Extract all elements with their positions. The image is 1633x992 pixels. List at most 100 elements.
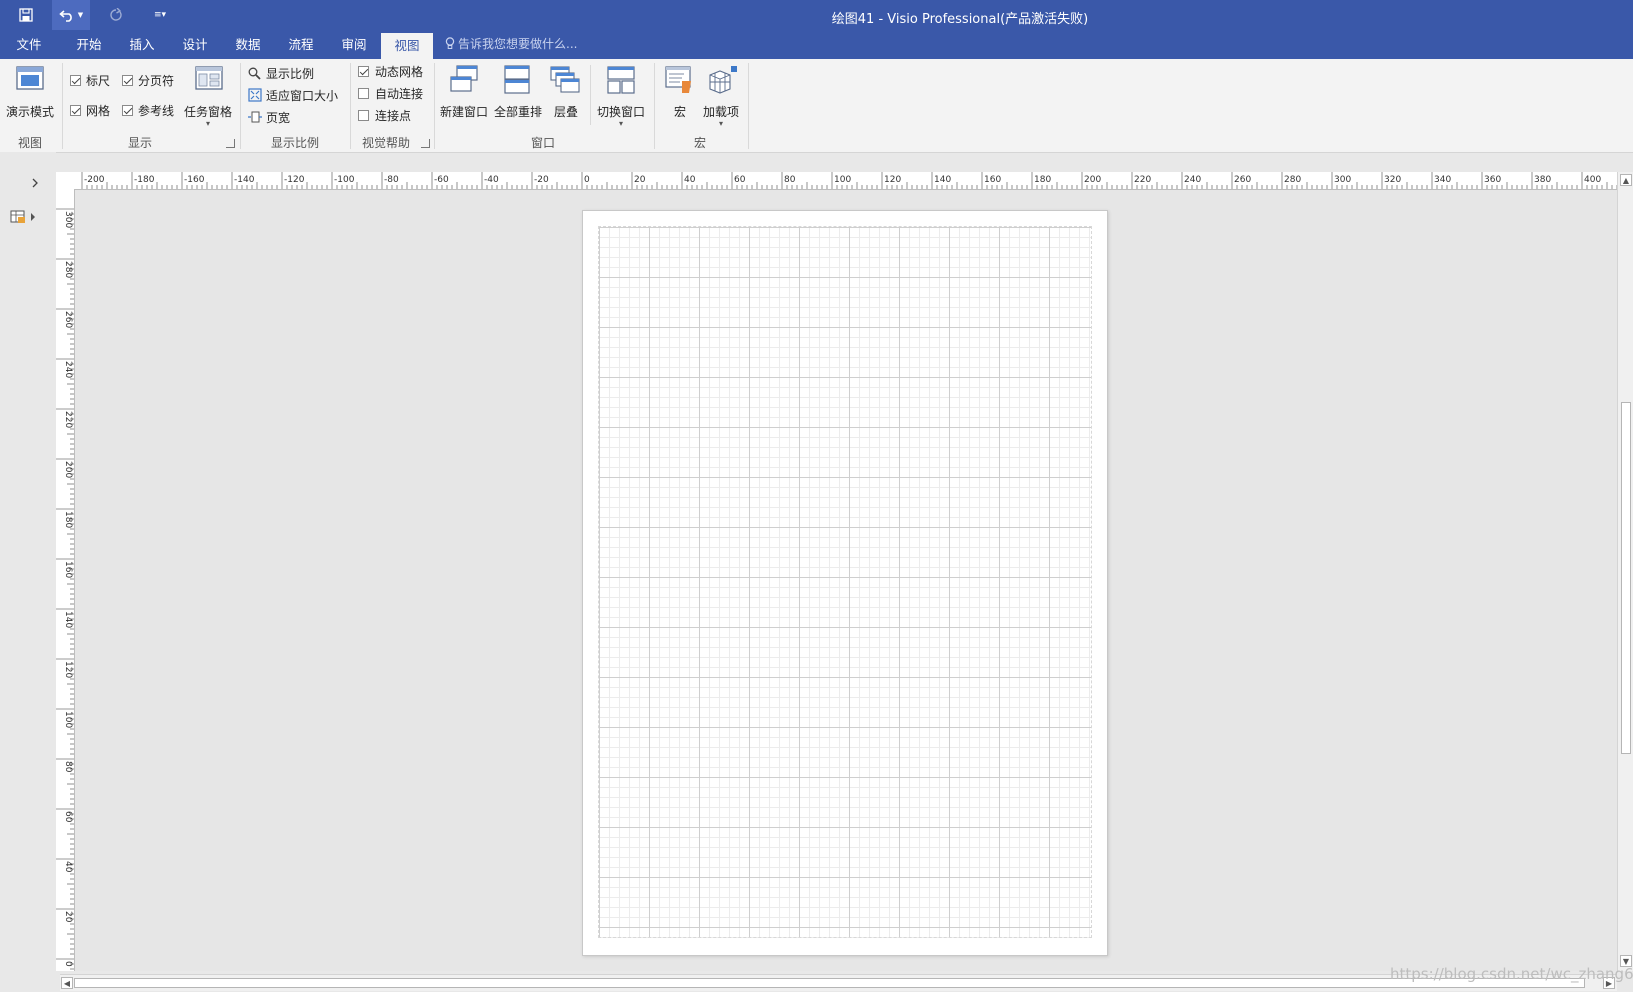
tell-me-search[interactable]: 告诉我您想要做什么... [445, 30, 577, 59]
task-panes-button[interactable]: 任务窗格 ▾ [182, 65, 236, 128]
ruler-label: -160 [184, 175, 205, 185]
ruler-label: 160 [984, 175, 1001, 185]
tab-design[interactable]: 设计 [168, 30, 222, 59]
arrange-all-icon [504, 65, 530, 94]
ruler-label: 80 [784, 175, 796, 185]
chevron-down-icon: ▾ [206, 119, 211, 128]
task-panes-icon [195, 66, 223, 90]
new-window-icon [450, 65, 478, 92]
group-label-visual-aids: 视觉帮助 [361, 136, 410, 150]
scroll-left-arrow-icon[interactable]: ◀ [61, 977, 73, 989]
ruler-label: 0 [63, 961, 73, 967]
ruler-label: 220 [63, 411, 73, 428]
group-label-macros: 宏 [693, 136, 706, 150]
presentation-mode-button[interactable]: 演示模式 [2, 65, 58, 125]
visual-aids-dialog-launcher-icon[interactable] [421, 139, 430, 148]
guides-checkbox[interactable] [122, 105, 133, 116]
expand-shapes-pane-button[interactable] [30, 177, 44, 191]
vertical-ruler[interactable]: 300 280 260 240 220 200 180 160 140 120 100 80 60 40 2… [56, 189, 75, 971]
horizontal-scrollbar[interactable]: ◀ ▶ [60, 974, 1617, 991]
switch-windows-button[interactable]: 切换窗口 ▾ [594, 65, 650, 128]
switch-windows-icon [607, 66, 635, 94]
tab-insert[interactable]: 插入 [115, 30, 169, 59]
tab-view[interactable]: 视图 [381, 33, 433, 59]
connection-points-checkbox[interactable] [358, 110, 369, 121]
new-window-button[interactable]: 新建窗口 [439, 65, 491, 127]
drawing-page[interactable] [582, 210, 1108, 956]
chevron-right-icon [32, 178, 38, 188]
dynamic-grid-checkbox[interactable] [358, 66, 369, 77]
ruler-label: 320 [1384, 175, 1401, 185]
page-breaks-checkbox[interactable] [122, 75, 133, 86]
ruler-label: 180 [1034, 175, 1051, 185]
macros-label: 宏 [674, 105, 687, 119]
group-separator [434, 63, 435, 149]
auto-connect-checkbox[interactable] [358, 88, 369, 99]
page-width-button[interactable]: 页宽 [248, 109, 328, 127]
tab-process[interactable]: 流程 [274, 30, 328, 59]
page-breaks-label: 分页符 [138, 74, 175, 88]
macros-button[interactable]: 宏 [660, 65, 700, 127]
ruler-label: 100 [63, 711, 73, 728]
task-panes-label: 任务窗格 [184, 105, 233, 119]
ruler-label: -80 [384, 175, 399, 185]
shapes-pane-icon [10, 210, 35, 223]
ruler-label: 240 [63, 361, 73, 378]
ruler-label: 220 [1134, 175, 1151, 185]
grid-checkbox[interactable] [70, 105, 81, 116]
shapes-pane-button[interactable] [10, 209, 40, 225]
show-dialog-launcher-icon[interactable] [226, 139, 235, 148]
ruler-checkbox[interactable] [70, 75, 81, 86]
ruler-label: 360 [1484, 175, 1501, 185]
ruler-label: 40 [63, 861, 73, 873]
ruler-label: 200 [1084, 175, 1101, 185]
fit-window-icon [248, 88, 262, 102]
ruler-label: 140 [934, 175, 951, 185]
ruler-label: 280 [63, 261, 73, 278]
ruler-label: 300 [1334, 175, 1351, 185]
group-inner-separator [590, 65, 591, 125]
guides-label: 参考线 [138, 104, 175, 118]
group-separator [748, 63, 749, 149]
ruler-label: 180 [63, 511, 73, 528]
ruler-label: 160 [63, 561, 73, 578]
tab-data[interactable]: 数据 [221, 30, 275, 59]
ruler-label: -200 [84, 175, 105, 185]
ruler-label: -40 [484, 175, 499, 185]
group-label-view: 视图 [17, 136, 42, 150]
vertical-scrollbar[interactable]: ▲ ▼ [1617, 172, 1633, 971]
tab-file[interactable]: 文件 [0, 30, 58, 59]
cascade-button[interactable]: 层叠 [546, 65, 586, 127]
tab-review[interactable]: 审阅 [327, 30, 381, 59]
zoom-button[interactable]: 显示比例 [248, 65, 338, 83]
ruler-label: 340 [1434, 175, 1451, 185]
scroll-up-arrow-icon[interactable]: ▲ [1620, 174, 1632, 186]
vertical-scroll-thumb[interactable] [1621, 402, 1631, 754]
horizontal-ruler[interactable]: -200 -180 -160 -140 -120 -100 -80 -60 -40 -20 0 20 4… [62, 172, 1617, 190]
ruler-label: -100 [334, 175, 355, 185]
horizontal-scroll-thumb[interactable] [74, 978, 1585, 988]
add-ins-button[interactable]: 加载项 ▾ [700, 65, 744, 128]
ribbon: 演示模式 视图 标尺 分页符 网格 参考线 任务窗格 ▾ 显示 显示比例 适应窗… [0, 59, 1633, 153]
ruler-label: 260 [63, 311, 73, 328]
fit-to-window-button[interactable]: 适应窗口大小 [248, 87, 348, 105]
ruler-label: 200 [63, 461, 73, 478]
page-width-icon [248, 111, 262, 123]
ruler-label: 20 [63, 911, 73, 923]
tab-home[interactable]: 开始 [62, 30, 116, 59]
ruler-label: 280 [1284, 175, 1301, 185]
ruler-label: 60 [734, 175, 746, 185]
add-ins-icon [709, 66, 737, 94]
ruler-label: -20 [534, 175, 549, 185]
group-separator [350, 63, 351, 149]
group-separator [240, 63, 241, 149]
ruler-label: 120 [63, 661, 73, 678]
magnifier-icon [248, 67, 261, 80]
ruler-label: -180 [134, 175, 155, 185]
group-label-zoom: 显示比例 [270, 136, 319, 150]
watermark-text: https://blog.csdn.net/wc_zhang66 [1390, 965, 1633, 983]
ruler-label: 140 [63, 611, 73, 628]
ruler-label: 0 [584, 175, 590, 185]
group-label-show: 显示 [127, 136, 152, 150]
arrange-all-button[interactable]: 全部重排 [492, 65, 544, 127]
